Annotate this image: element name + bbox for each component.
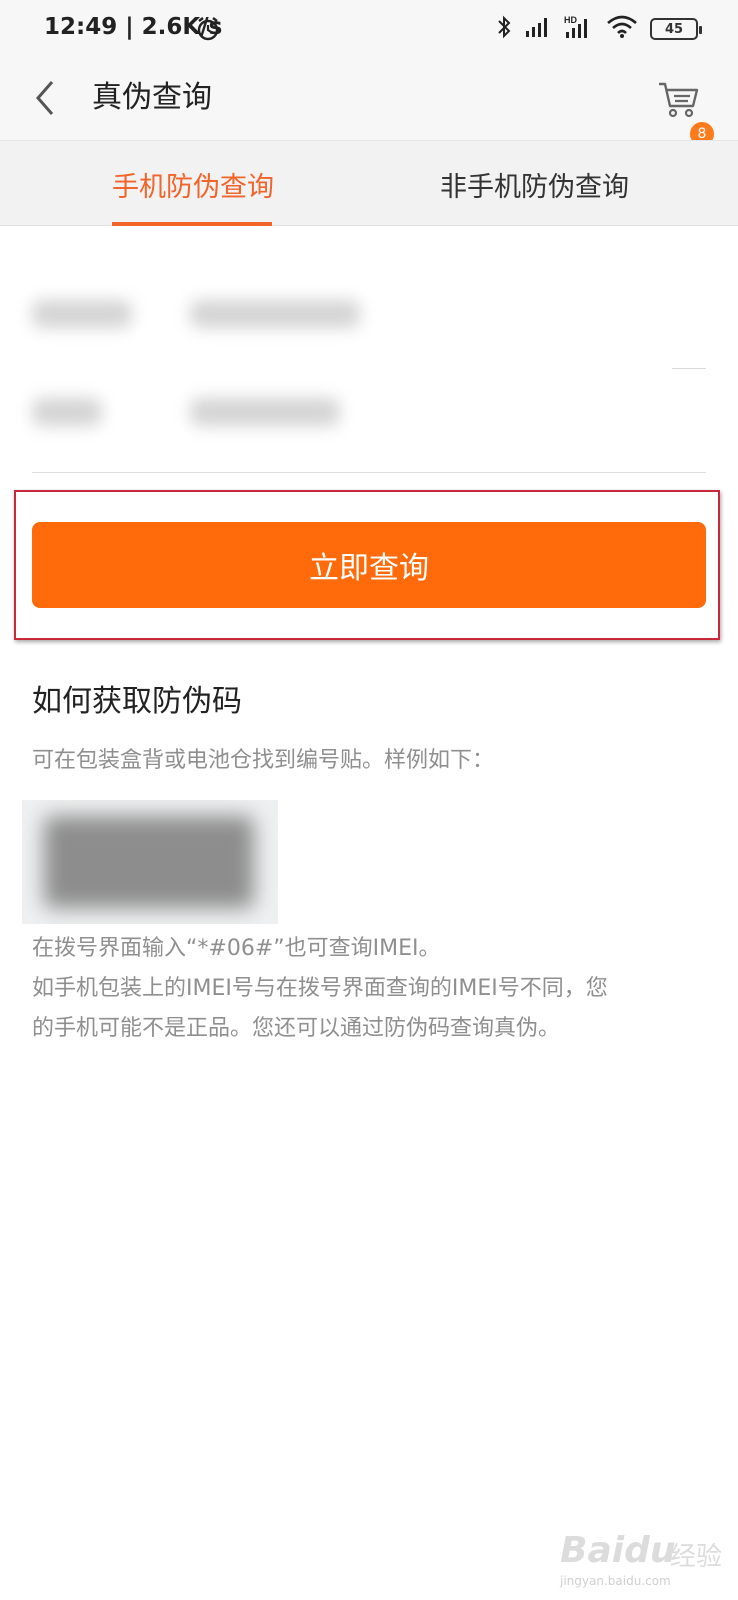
- bluetooth-icon: [496, 14, 512, 44]
- watermark-logo: Baidu: [560, 1530, 676, 1571]
- watermark-url: jingyan.baidu.com: [560, 1574, 671, 1588]
- alarm-icon: [196, 16, 220, 46]
- imei-note-line-1: 在拨号界面输入“*#06#”也可查询IMEI。: [32, 936, 441, 961]
- baidu-jingyan-watermark: Baidu 经验 jingyan.baidu.com: [560, 1530, 730, 1590]
- page-title: 真伪查询: [92, 80, 212, 115]
- chevron-left-icon: [36, 81, 54, 115]
- query-now-button[interactable]: 立即查询: [32, 522, 706, 608]
- hd-signal-icon: HD: [564, 14, 594, 44]
- field-input-blurred[interactable]: [190, 398, 340, 426]
- field-input-blurred[interactable]: [190, 300, 360, 328]
- watermark-cn: 经验: [670, 1542, 723, 1572]
- back-button[interactable]: [28, 76, 68, 120]
- field-label-blurred: [32, 398, 102, 426]
- tab-bar: 手机防伪查询 非手机防伪查询: [0, 140, 738, 226]
- field-label-blurred: [32, 300, 132, 328]
- active-tab-indicator: [112, 222, 272, 226]
- form-divider: [32, 472, 706, 473]
- tab-non-phone-verify[interactable]: 非手机防伪查询: [440, 141, 629, 227]
- svg-text:HD: HD: [564, 15, 577, 25]
- help-section-title: 如何获取防伪码: [32, 684, 242, 719]
- help-text: 可在包装盒背或电池仓找到编号贴。样例如下：: [32, 748, 495, 773]
- status-icons: HD 45: [496, 14, 702, 44]
- battery-icon: 45: [650, 18, 702, 40]
- cart-icon: [659, 82, 699, 118]
- cart-button[interactable]: [655, 76, 703, 120]
- form-row-imei[interactable]: [18, 370, 718, 456]
- signal-icon: [524, 15, 552, 43]
- imei-note-line-2: 如手机包装上的IMEI号与在拨号界面查询的IMEI号不同，您: [32, 976, 608, 1001]
- status-bar: 12:49 | 2.6K/s HD 45: [0, 0, 738, 58]
- imei-note-line-3: 的手机可能不是正品。您还可以通过防伪码查询真伪。: [32, 1016, 561, 1041]
- app-header: 真伪查询 8: [0, 58, 738, 146]
- tab-phone-verify[interactable]: 手机防伪查询: [112, 141, 274, 227]
- sample-label-image: [22, 800, 278, 924]
- wifi-icon: [606, 15, 638, 43]
- divider-short: [672, 368, 706, 369]
- form-row-code[interactable]: [18, 272, 718, 358]
- sample-label-blurred: [44, 816, 254, 908]
